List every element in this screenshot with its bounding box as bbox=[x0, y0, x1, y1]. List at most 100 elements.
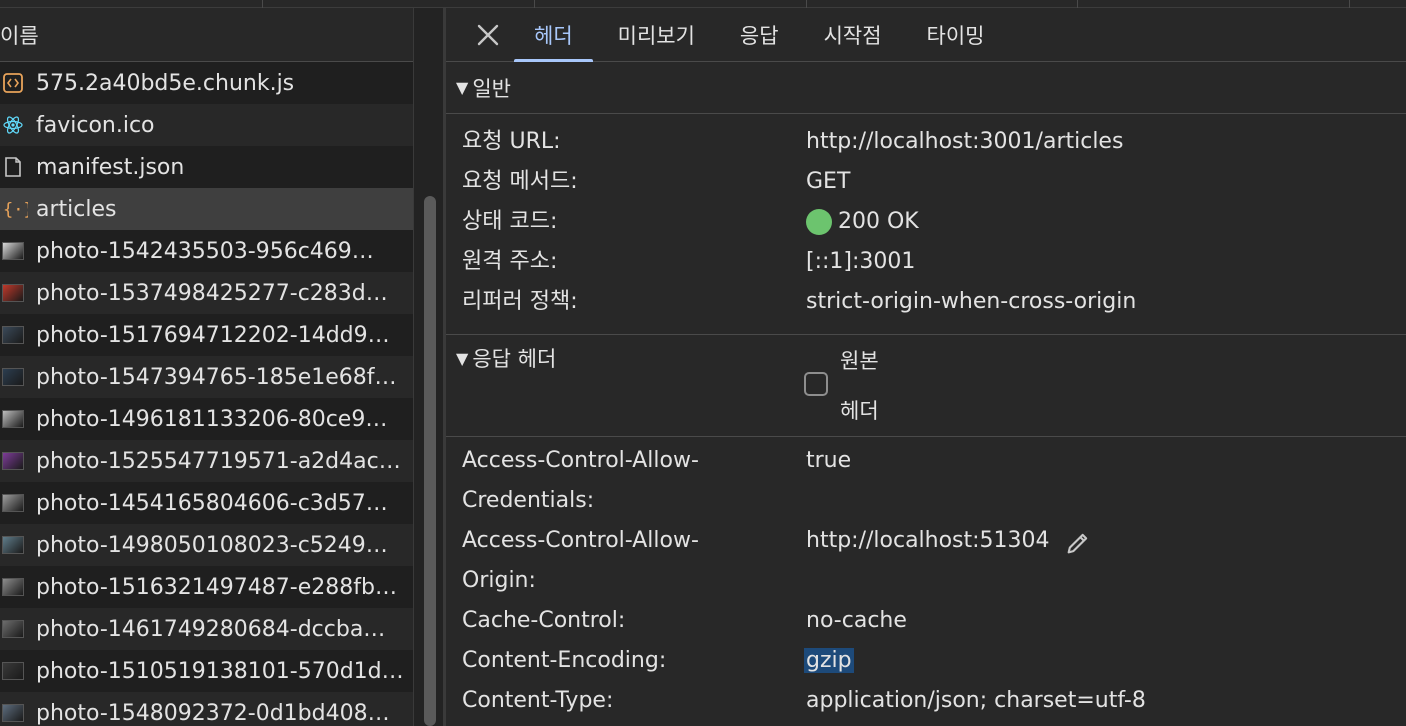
tab-initiator[interactable]: 시작점 bbox=[822, 8, 884, 61]
request-row[interactable]: favicon.ico bbox=[0, 104, 413, 146]
request-method-label: 요청 메서드: bbox=[462, 169, 578, 194]
header-name-line2: Origin: bbox=[462, 568, 536, 593]
request-url-label: 요청 URL: bbox=[462, 129, 561, 154]
image-thumbnail bbox=[2, 410, 24, 428]
request-name: photo-1461749280684-dccba… bbox=[36, 616, 386, 642]
request-row[interactable]: photo-1547394765-185e1e68f… bbox=[0, 356, 413, 398]
image-thumbnail bbox=[2, 536, 24, 554]
status-code-cell: 200 OK bbox=[806, 202, 919, 242]
remote-address-label: 원격 주소: bbox=[462, 249, 558, 274]
request-row[interactable]: photo-1542435503-956c469… bbox=[0, 230, 413, 272]
general-section-title: 일반 bbox=[472, 76, 511, 101]
ruler-tick bbox=[1349, 0, 1350, 8]
request-row[interactable]: photo-1548092372-0d1bd408… bbox=[0, 692, 413, 726]
request-name: photo-1496181133206-80ce9… bbox=[36, 406, 388, 432]
request-row[interactable]: photo-1516321497487-e288fb… bbox=[0, 566, 413, 608]
image-thumbnail-icon bbox=[0, 326, 36, 344]
request-name: photo-1542435503-956c469… bbox=[36, 238, 374, 264]
image-thumbnail bbox=[2, 620, 24, 638]
response-headers-toggle[interactable]: ▼ 응답 헤더 bbox=[456, 343, 556, 373]
request-row[interactable]: photo-1498050108023-c5249… bbox=[0, 524, 413, 566]
request-row[interactable]: manifest.json bbox=[0, 146, 413, 188]
request-name: photo-1547394765-185e1e68f… bbox=[36, 364, 397, 390]
header-name: Cache-Control: bbox=[462, 608, 626, 633]
timeline-ruler bbox=[0, 0, 1406, 8]
request-name: photo-1510519138101-570d1d… bbox=[36, 658, 404, 684]
request-row[interactable]: photo-1525547719571-a2d4ac… bbox=[0, 440, 413, 482]
general-row-method: 요청 메서드: GET bbox=[462, 162, 1406, 202]
image-thumbnail bbox=[2, 452, 24, 470]
raw-headers-label-line1[interactable]: 원본 bbox=[840, 345, 879, 375]
image-thumbnail-icon bbox=[0, 410, 36, 428]
raw-headers-checkbox[interactable] bbox=[804, 372, 828, 396]
general-row-referrer: 리퍼러 정책: strict-origin-when-cross-origin bbox=[462, 282, 1406, 322]
request-name: photo-1537498425277-c283d… bbox=[36, 280, 388, 306]
image-thumbnail bbox=[2, 242, 24, 260]
braces-icon: {·} bbox=[0, 198, 36, 220]
image-thumbnail-icon bbox=[0, 662, 36, 680]
request-name: photo-1525547719571-a2d4ac… bbox=[36, 448, 401, 474]
header-name: Content-Type: bbox=[462, 688, 614, 713]
request-method-value[interactable]: GET bbox=[806, 162, 850, 202]
tab-preview[interactable]: 미리보기 bbox=[616, 8, 697, 61]
header-row-acac: Access-Control-Allow- Credentials: true bbox=[462, 441, 1406, 521]
request-row[interactable]: photo-1517694712202-14dd9… bbox=[0, 314, 413, 356]
request-name: photo-1498050108023-c5249… bbox=[36, 532, 388, 558]
header-value-highlighted[interactable]: gzip bbox=[804, 648, 854, 673]
name-column-header[interactable]: 이름 bbox=[0, 8, 413, 62]
header-name: Access-Control-Allow- Credentials: bbox=[462, 441, 806, 521]
header-value[interactable]: application/json; charset=utf-8 bbox=[806, 681, 1146, 721]
response-headers-section-header: ▼ 응답 헤더 원본 헤더 bbox=[446, 335, 1406, 437]
header-value-cell: http://localhost:51304 bbox=[806, 521, 1088, 601]
image-thumbnail-icon bbox=[0, 452, 36, 470]
general-list: 요청 URL: http://localhost:3001/articles 요… bbox=[446, 114, 1406, 335]
request-row[interactable]: 575.2a40bd5e.chunk.js bbox=[0, 62, 413, 104]
image-thumbnail bbox=[2, 284, 24, 302]
details-tabs: 헤더 미리보기 응답 시작점 타이밍 bbox=[446, 8, 1406, 62]
referrer-policy-value[interactable]: strict-origin-when-cross-origin bbox=[806, 282, 1136, 322]
request-row[interactable]: photo-1537498425277-c283d… bbox=[0, 272, 413, 314]
header-value[interactable]: true bbox=[806, 441, 851, 521]
request-list-scrollbar-thumb[interactable] bbox=[424, 196, 436, 726]
image-thumbnail-icon bbox=[0, 242, 36, 260]
header-name: Access-Control-Allow- Origin: bbox=[462, 521, 806, 601]
svg-text:{·}: {·} bbox=[3, 200, 28, 220]
ruler-tick bbox=[1077, 0, 1078, 8]
image-thumbnail bbox=[2, 662, 24, 680]
request-row[interactable]: photo-1461749280684-dccba… bbox=[0, 608, 413, 650]
request-name: favicon.ico bbox=[36, 112, 155, 138]
header-value[interactable]: http://localhost:51304 bbox=[806, 528, 1050, 553]
tab-timing[interactable]: 타이밍 bbox=[925, 8, 987, 61]
document-icon bbox=[0, 156, 36, 178]
request-row[interactable]: photo-1496181133206-80ce9… bbox=[0, 398, 413, 440]
request-name: 575.2a40bd5e.chunk.js bbox=[36, 70, 295, 96]
header-name-line1: Access-Control-Allow- bbox=[462, 448, 699, 473]
collapse-triangle-icon: ▼ bbox=[456, 348, 469, 368]
request-url-value[interactable]: http://localhost:3001/articles bbox=[806, 122, 1123, 162]
referrer-policy-label: 리퍼러 정책: bbox=[462, 289, 578, 314]
status-ok-icon bbox=[806, 209, 832, 235]
header-name: Content-Encoding: bbox=[462, 648, 667, 673]
tab-response[interactable]: 응답 bbox=[738, 8, 781, 61]
remote-address-value[interactable]: [::1]:3001 bbox=[806, 242, 915, 282]
header-value-cell: gzip bbox=[804, 641, 854, 681]
tab-headers[interactable]: 헤더 bbox=[514, 8, 593, 62]
header-row-content-encoding: Content-Encoding: gzip bbox=[462, 641, 1406, 681]
header-value[interactable]: no-cache bbox=[806, 601, 907, 641]
general-section-header[interactable]: ▼ 일반 bbox=[446, 62, 1406, 114]
collapse-triangle-icon: ▼ bbox=[456, 78, 469, 97]
request-name: articles bbox=[36, 196, 117, 222]
close-icon-glyph bbox=[477, 24, 499, 45]
request-row[interactable]: {·} articles bbox=[0, 188, 413, 230]
status-code-value[interactable]: 200 OK bbox=[838, 202, 919, 242]
image-thumbnail-icon bbox=[0, 578, 36, 596]
react-icon bbox=[0, 114, 36, 136]
edit-pencil-icon[interactable] bbox=[1064, 529, 1092, 557]
raw-headers-label-line2[interactable]: 헤더 bbox=[840, 395, 879, 425]
close-icon[interactable] bbox=[472, 8, 504, 61]
request-row[interactable]: photo-1510519138101-570d1d… bbox=[0, 650, 413, 692]
image-thumbnail-icon bbox=[0, 284, 36, 302]
request-row[interactable]: photo-1454165804606-c3d57… bbox=[0, 482, 413, 524]
image-thumbnail-icon bbox=[0, 620, 36, 638]
general-row-url: 요청 URL: http://localhost:3001/articles bbox=[462, 122, 1406, 162]
